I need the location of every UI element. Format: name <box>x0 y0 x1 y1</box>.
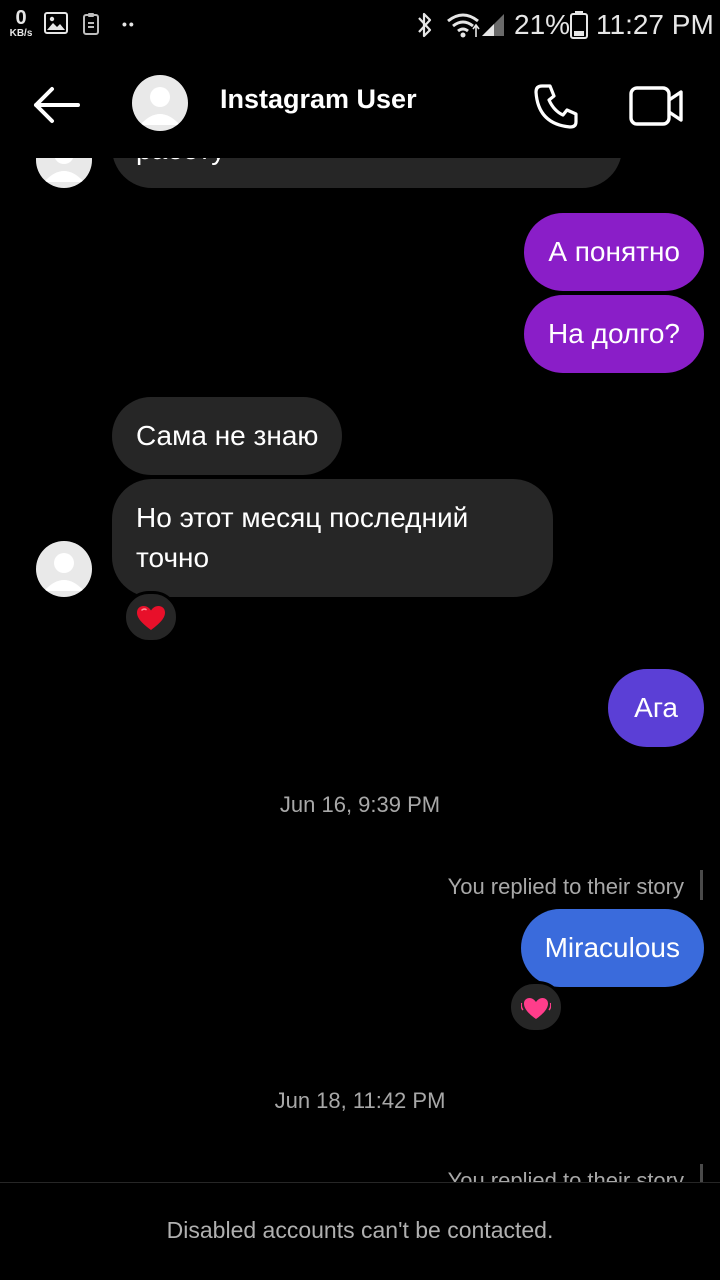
message-text: На долго? <box>548 318 680 349</box>
message-bubble-incoming[interactable]: Но этот месяц последний точно <box>112 479 553 597</box>
battery-percent: 21% <box>514 9 571 40</box>
story-reply-divider <box>700 1164 703 1182</box>
clipboard-notification-icon <box>83 13 99 35</box>
story-reply-label: You replied to their story <box>447 874 684 899</box>
story-reply-divider <box>700 870 703 900</box>
message-bubble-incoming[interactable]: Сама не знаю <box>112 397 343 475</box>
story-reply-label: You replied to their story <box>447 1168 684 1182</box>
message-text-line-2: точно <box>136 542 210 573</box>
red-heart-icon <box>137 606 165 630</box>
bluetooth-icon <box>418 12 432 38</box>
sender-avatar[interactable] <box>36 541 92 597</box>
message-text: Ага <box>634 692 678 723</box>
date-separator: Jun 16, 9:39 PM <box>279 792 441 817</box>
clock: 11:27 PM <box>596 9 714 40</box>
message-text-line-1: Но этот месяц последний <box>136 502 469 533</box>
wifi-icon <box>447 13 480 38</box>
chat-header: Instagram User <box>0 52 720 158</box>
more-notifications-dots: •• <box>122 16 136 32</box>
phone-icon[interactable] <box>530 80 582 132</box>
message-list[interactable]: работу А понятно На долго? Сама не знаю … <box>0 158 720 1182</box>
status-bar: 0 KB/s •• 21% 11:27 PM <box>0 0 720 52</box>
sender-avatar[interactable] <box>36 158 92 188</box>
contact-name[interactable]: Instagram User <box>220 84 417 115</box>
message-text: А понятно <box>548 236 680 267</box>
date-separator: Jun 18, 11:42 PM <box>274 1088 446 1113</box>
composer-disabled-bar: Disabled accounts can't be contacted. <box>0 1182 720 1280</box>
network-speed: 0 KB/s <box>6 8 36 39</box>
video-camera-icon[interactable] <box>628 84 684 128</box>
contact-avatar[interactable] <box>132 75 188 131</box>
cell-signal-icon <box>482 14 504 36</box>
network-speed-value: 0 <box>15 7 27 29</box>
reaction-red-heart[interactable] <box>123 591 179 643</box>
message-bubble-outgoing[interactable]: Ага <box>608 669 704 747</box>
message-bubble-outgoing[interactable]: На долго? <box>524 295 704 373</box>
message-text: Сама не знаю <box>136 420 319 451</box>
battery-icon <box>570 11 588 39</box>
pink-heart-icon <box>521 998 551 1019</box>
message-bubble-outgoing[interactable]: А понятно <box>524 213 704 291</box>
gallery-notification-icon <box>44 12 68 34</box>
message-text: работу <box>136 158 225 170</box>
message-text: Miraculous <box>544 932 680 963</box>
disabled-account-notice: Disabled accounts can't be contacted. <box>166 1217 554 1243</box>
network-speed-unit: KB/s <box>9 28 33 39</box>
message-bubble-outgoing[interactable]: Miraculous <box>520 909 704 987</box>
reaction-pink-heart[interactable] <box>508 981 564 1033</box>
back-arrow-icon[interactable] <box>28 82 84 128</box>
message-bubble-incoming[interactable]: работу <box>112 158 622 188</box>
